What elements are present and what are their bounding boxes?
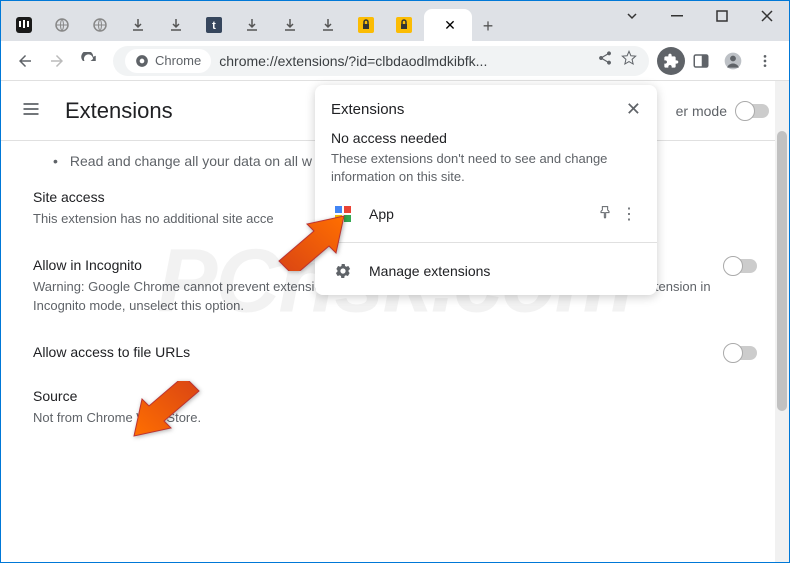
toggle-switch[interactable] bbox=[737, 104, 769, 118]
download-icon bbox=[282, 17, 298, 33]
globe-icon bbox=[92, 17, 108, 33]
new-tab-button[interactable]: + bbox=[473, 11, 503, 41]
section-title: Allow access to file URLs bbox=[33, 344, 757, 360]
annotation-arrow bbox=[129, 381, 209, 446]
tab[interactable] bbox=[82, 9, 118, 41]
minimize-button[interactable] bbox=[654, 1, 699, 31]
extension-item-app[interactable]: App ⋮ bbox=[315, 190, 657, 238]
svg-text:t: t bbox=[212, 20, 216, 32]
hamburger-icon[interactable] bbox=[21, 99, 45, 123]
tab-active[interactable]: ✕ bbox=[424, 9, 472, 41]
tab[interactable] bbox=[44, 9, 80, 41]
scrollbar-thumb[interactable] bbox=[777, 131, 787, 411]
forward-button[interactable] bbox=[41, 45, 73, 77]
reload-button[interactable] bbox=[73, 45, 105, 77]
menu-button[interactable] bbox=[749, 45, 781, 77]
tab[interactable] bbox=[234, 9, 270, 41]
pin-icon[interactable] bbox=[593, 204, 617, 225]
more-options-icon[interactable]: ⋮ bbox=[617, 204, 641, 224]
popup-description: These extensions don't need to see and c… bbox=[331, 150, 641, 186]
globe-icon bbox=[54, 17, 70, 33]
download-icon bbox=[244, 17, 260, 33]
maximize-button[interactable] bbox=[699, 1, 744, 31]
chrome-icon bbox=[135, 54, 149, 68]
download-icon bbox=[320, 17, 336, 33]
window-controls bbox=[609, 1, 789, 31]
extension-name: App bbox=[369, 206, 593, 222]
scrollbar[interactable] bbox=[775, 81, 789, 562]
tab[interactable] bbox=[310, 9, 346, 41]
back-button[interactable] bbox=[9, 45, 41, 77]
tab[interactable] bbox=[386, 9, 422, 41]
lock-icon bbox=[358, 17, 374, 33]
extensions-button[interactable] bbox=[657, 47, 685, 75]
developer-mode-toggle[interactable]: er mode bbox=[676, 103, 769, 119]
popup-title: Extensions bbox=[331, 101, 626, 118]
url-text: chrome://extensions/?id=clbdaodlmdkibfk.… bbox=[219, 53, 589, 69]
file-urls-section: Allow access to file URLs bbox=[33, 344, 757, 360]
popup-subtitle: No access needed bbox=[331, 130, 641, 146]
browser-toolbar: Chrome chrome://extensions/?id=clbdaodlm… bbox=[1, 41, 789, 81]
manage-label: Manage extensions bbox=[369, 263, 641, 279]
chevron-down-icon[interactable] bbox=[609, 1, 654, 31]
intercom-icon bbox=[16, 17, 32, 33]
lock-icon bbox=[396, 17, 412, 33]
manage-extensions-item[interactable]: Manage extensions bbox=[315, 247, 657, 295]
tab[interactable] bbox=[272, 9, 308, 41]
security-chip[interactable]: Chrome bbox=[125, 49, 211, 73]
divider bbox=[315, 242, 657, 243]
tab[interactable]: t bbox=[196, 9, 232, 41]
file-urls-toggle[interactable] bbox=[725, 346, 757, 360]
close-tab-icon[interactable]: ✕ bbox=[444, 17, 456, 34]
close-window-button[interactable] bbox=[744, 1, 789, 31]
tab[interactable] bbox=[120, 9, 156, 41]
dev-mode-label: er mode bbox=[676, 103, 727, 119]
tab[interactable] bbox=[158, 9, 194, 41]
side-panel-button[interactable] bbox=[685, 45, 717, 77]
address-bar[interactable]: Chrome chrome://extensions/?id=clbdaodlm… bbox=[113, 46, 649, 76]
chip-label: Chrome bbox=[155, 53, 201, 68]
extensions-popup: Extensions ✕ No access needed These exte… bbox=[315, 85, 657, 295]
popup-close-button[interactable]: ✕ bbox=[626, 99, 641, 120]
incognito-toggle[interactable] bbox=[725, 259, 757, 273]
annotation-arrow bbox=[269, 211, 349, 276]
tab[interactable] bbox=[348, 9, 384, 41]
download-icon bbox=[168, 17, 184, 33]
download-icon bbox=[130, 17, 146, 33]
tab[interactable] bbox=[6, 9, 42, 41]
bookmark-icon[interactable] bbox=[621, 50, 637, 71]
share-icon[interactable] bbox=[597, 50, 613, 71]
tumblr-icon: t bbox=[206, 17, 222, 33]
profile-button[interactable] bbox=[717, 45, 749, 77]
page-title: Extensions bbox=[65, 98, 173, 124]
